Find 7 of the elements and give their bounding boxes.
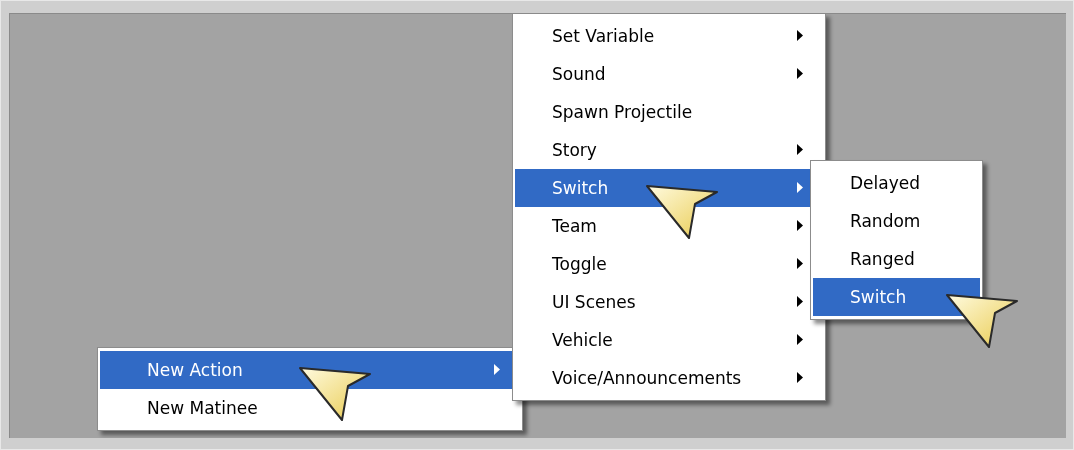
menu-item[interactable]: Sound [515, 55, 823, 93]
pointer-arrow-icon [945, 293, 1021, 349]
menu-item[interactable]: Spawn Projectile [515, 93, 823, 131]
pointer-arrow-icon [298, 366, 374, 422]
menu-item[interactable]: Set Variable [515, 17, 823, 55]
pointer-arrow-icon [645, 184, 721, 240]
menu-item[interactable]: Switch [813, 278, 980, 316]
